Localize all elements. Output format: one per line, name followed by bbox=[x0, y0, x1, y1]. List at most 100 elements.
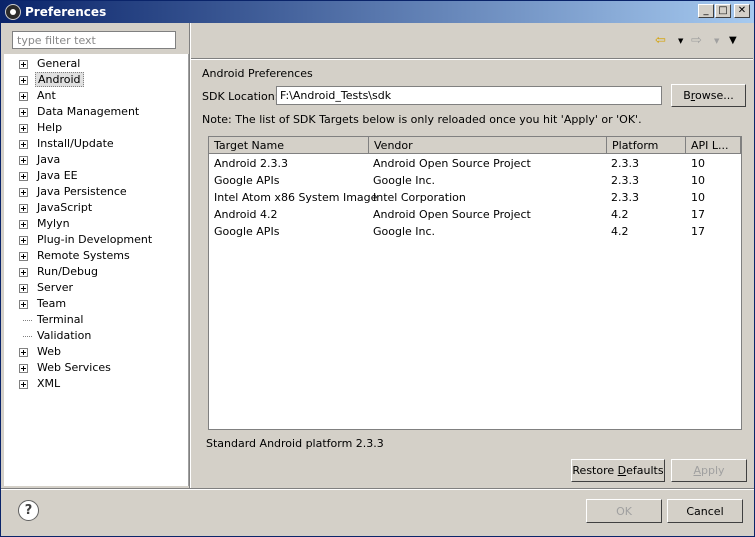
tree-item-label: Data Management bbox=[37, 105, 140, 118]
table-cell: Intel Atom x86 System Image bbox=[214, 191, 378, 204]
table-row[interactable]: Android 4.2 Android Open Source Project 4.… bbox=[209, 206, 741, 223]
tree-item-java[interactable]: Java bbox=[4, 152, 188, 168]
table-cell: Android Open Source Project bbox=[373, 208, 531, 221]
tree-item-label: Java bbox=[37, 153, 61, 166]
tree-item-terminal[interactable]: Terminal bbox=[4, 312, 188, 328]
sdk-location-input[interactable]: F:\Android_Tests\sdk bbox=[276, 86, 662, 105]
tree-item-mylyn[interactable]: Mylyn bbox=[4, 216, 188, 232]
column-target-name[interactable]: Target Name bbox=[209, 137, 369, 154]
expand-icon[interactable] bbox=[19, 348, 28, 357]
tree-item-label: Web bbox=[37, 345, 61, 358]
sdk-note: Note: The list of SDK Targets below is o… bbox=[202, 113, 642, 126]
expand-icon[interactable] bbox=[19, 140, 28, 149]
tree-item-run-debug[interactable]: Run/Debug bbox=[4, 264, 188, 280]
table-cell: 2.3.3 bbox=[611, 157, 639, 170]
back-dropdown-icon[interactable]: ▼ bbox=[678, 37, 683, 45]
cancel-button[interactable]: Cancel bbox=[667, 499, 743, 523]
expand-icon[interactable] bbox=[19, 172, 28, 181]
expand-icon[interactable] bbox=[19, 204, 28, 213]
target-description: Standard Android platform 2.3.3 bbox=[206, 437, 384, 450]
restore-defaults-button[interactable]: Restore Defaults bbox=[571, 459, 665, 482]
expand-icon[interactable] bbox=[19, 268, 28, 277]
browse-button[interactable]: Browse... bbox=[671, 84, 746, 107]
preferences-window: Preferences _ □ ✕ type filter text Gener… bbox=[0, 0, 755, 537]
column-api-level[interactable]: API L... bbox=[686, 137, 741, 154]
table-cell: 10 bbox=[691, 191, 705, 204]
tree-item-java-ee[interactable]: Java EE bbox=[4, 168, 188, 184]
tree-item-data-management[interactable]: Data Management bbox=[4, 104, 188, 120]
tree-item-label: Ant bbox=[37, 89, 56, 102]
tree-item-label: Terminal bbox=[37, 313, 84, 326]
expand-icon[interactable] bbox=[19, 92, 28, 101]
close-button[interactable]: ✕ bbox=[734, 4, 750, 18]
title-bar[interactable]: Preferences _ □ ✕ bbox=[1, 1, 754, 23]
tree-item-ant[interactable]: Ant bbox=[4, 88, 188, 104]
tree-item-web-services[interactable]: Web Services bbox=[4, 360, 188, 376]
sdk-targets-table[interactable]: Target Name Vendor Platform API L... And… bbox=[208, 136, 742, 430]
minimize-icon: _ bbox=[703, 5, 709, 16]
vertical-divider bbox=[189, 23, 191, 488]
expand-icon[interactable] bbox=[19, 284, 28, 293]
tree-item-team[interactable]: Team bbox=[4, 296, 188, 312]
close-icon: ✕ bbox=[737, 5, 747, 16]
header-separator bbox=[191, 58, 753, 60]
table-cell: Google APIs bbox=[214, 225, 280, 238]
tree-item-remote-systems[interactable]: Remote Systems bbox=[4, 248, 188, 264]
expand-icon[interactable] bbox=[19, 364, 28, 373]
forward-dropdown-icon[interactable]: ▼ bbox=[714, 37, 719, 45]
forward-arrow-icon[interactable]: ⇨ bbox=[691, 33, 702, 48]
expand-icon[interactable] bbox=[19, 60, 28, 69]
ok-button[interactable]: OK bbox=[586, 499, 662, 523]
apply-button[interactable]: Apply bbox=[671, 459, 747, 482]
back-arrow-icon[interactable]: ⇦ bbox=[655, 33, 666, 48]
preference-tree: General Android Ant Data Management Help Inst… bbox=[4, 54, 189, 486]
help-icon[interactable]: ? bbox=[18, 500, 39, 521]
expand-icon[interactable] bbox=[19, 220, 28, 229]
column-vendor[interactable]: Vendor bbox=[369, 137, 607, 154]
table-cell: Google Inc. bbox=[373, 174, 436, 187]
tree-item-label: Java Persistence bbox=[37, 185, 127, 198]
tree-item-javascript[interactable]: JavaScript bbox=[4, 200, 188, 216]
table-cell: Android 2.3.3 bbox=[214, 157, 289, 170]
tree-item-help[interactable]: Help bbox=[4, 120, 188, 136]
column-platform[interactable]: Platform bbox=[607, 137, 686, 154]
tree-item-java-persistence[interactable]: Java Persistence bbox=[4, 184, 188, 200]
minimize-button[interactable]: _ bbox=[698, 4, 714, 18]
table-row[interactable]: Google APIs Google Inc. 2.3.3 10 bbox=[209, 172, 741, 189]
table-row[interactable]: Intel Atom x86 System Image Intel Corpora… bbox=[209, 189, 741, 206]
expand-icon[interactable] bbox=[19, 108, 28, 117]
tree-item-label: Validation bbox=[37, 329, 92, 342]
table-row[interactable]: Android 2.3.3 Android Open Source Project… bbox=[209, 155, 741, 172]
expand-icon[interactable] bbox=[19, 236, 28, 245]
tree-item-install-update[interactable]: Install/Update bbox=[4, 136, 188, 152]
expand-icon[interactable] bbox=[19, 156, 28, 165]
tree-item-label: Run/Debug bbox=[37, 265, 98, 278]
tree-item-general[interactable]: General bbox=[4, 56, 188, 72]
tree-item-label: Remote Systems bbox=[37, 249, 130, 262]
expand-icon[interactable] bbox=[19, 300, 28, 309]
expand-icon[interactable] bbox=[19, 124, 28, 133]
view-menu-icon[interactable]: ▼ bbox=[729, 35, 737, 46]
table-cell: Google Inc. bbox=[373, 225, 436, 238]
tree-item-server[interactable]: Server bbox=[4, 280, 188, 296]
tree-item-label: Plug-in Development bbox=[37, 233, 153, 246]
expand-icon[interactable] bbox=[19, 252, 28, 261]
maximize-button[interactable]: □ bbox=[715, 4, 731, 18]
tree-item-label: Team bbox=[37, 297, 67, 310]
expand-icon[interactable] bbox=[19, 188, 28, 197]
table-cell: Android Open Source Project bbox=[373, 157, 531, 170]
table-cell: Intel Corporation bbox=[373, 191, 466, 204]
expand-icon[interactable] bbox=[19, 76, 28, 85]
tree-connector bbox=[23, 336, 32, 337]
table-cell: 10 bbox=[691, 174, 705, 187]
tree-item-plug-in-development[interactable]: Plug-in Development bbox=[4, 232, 188, 248]
tree-item-validation[interactable]: Validation bbox=[4, 328, 188, 344]
tree-item-label: Web Services bbox=[37, 361, 111, 374]
eclipse-icon bbox=[5, 4, 21, 20]
filter-input[interactable]: type filter text bbox=[12, 31, 176, 49]
expand-icon[interactable] bbox=[19, 380, 28, 389]
tree-item-web[interactable]: Web bbox=[4, 344, 188, 360]
tree-item-xml[interactable]: XML bbox=[4, 376, 188, 392]
table-row[interactable]: Google APIs Google Inc. 4.2 17 bbox=[209, 223, 741, 240]
tree-item-android[interactable]: Android bbox=[4, 72, 188, 88]
